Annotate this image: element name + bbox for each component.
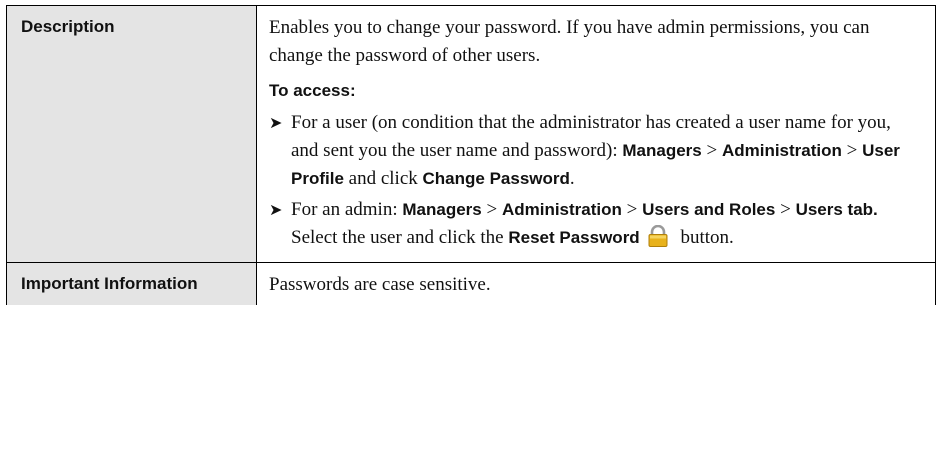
ui-managers: Managers xyxy=(402,200,482,219)
path-separator: > xyxy=(841,140,863,161)
path-separator: > xyxy=(621,199,643,220)
important-info-content: Passwords are case sensitive. xyxy=(256,262,936,305)
description-row: Description Enables you to change your p… xyxy=(6,5,936,263)
bullet-text: For an admin: Managers > Administration … xyxy=(291,196,923,256)
bullet-plain-text: . xyxy=(569,168,575,189)
bullet-plain-text: Select the user and click the xyxy=(291,227,509,248)
ui-users-tab: Users tab. xyxy=(795,200,878,219)
important-info-row: Important Information Passwords are case… xyxy=(6,262,936,305)
ui-reset-password: Reset Password xyxy=(508,228,640,247)
to-access-heading: To access: xyxy=(269,81,356,100)
ui-administration: Administration xyxy=(721,141,842,160)
lock-icon xyxy=(646,224,670,256)
description-content: Enables you to change your password. If … xyxy=(256,5,936,263)
access-bullet-user: ➤ For a user (on condition that the admi… xyxy=(269,109,923,193)
path-separator: > xyxy=(775,199,796,220)
arrow-bullet-icon: ➤ xyxy=(269,113,283,132)
arrow-bullet-icon: ➤ xyxy=(269,200,283,219)
bullet-plain-text: For an admin: xyxy=(291,199,403,220)
bullet-plain-text: and click xyxy=(343,168,423,189)
ui-change-password: Change Password xyxy=(422,169,570,188)
ui-managers: Managers xyxy=(622,141,702,160)
path-separator: > xyxy=(701,140,722,161)
ui-administration: Administration xyxy=(501,200,622,219)
path-separator: > xyxy=(481,199,502,220)
bullet-plain-text: button. xyxy=(675,227,734,248)
important-info-label: Important Information xyxy=(6,262,257,305)
info-table: Description Enables you to change your p… xyxy=(6,5,936,305)
description-label: Description xyxy=(6,5,257,263)
access-bullet-admin: ➤ For an admin: Managers > Administratio… xyxy=(269,196,923,256)
bullet-text: For a user (on condition that the admini… xyxy=(291,109,923,193)
description-intro: Enables you to change your password. If … xyxy=(269,17,870,66)
ui-users-and-roles: Users and Roles xyxy=(642,200,776,219)
